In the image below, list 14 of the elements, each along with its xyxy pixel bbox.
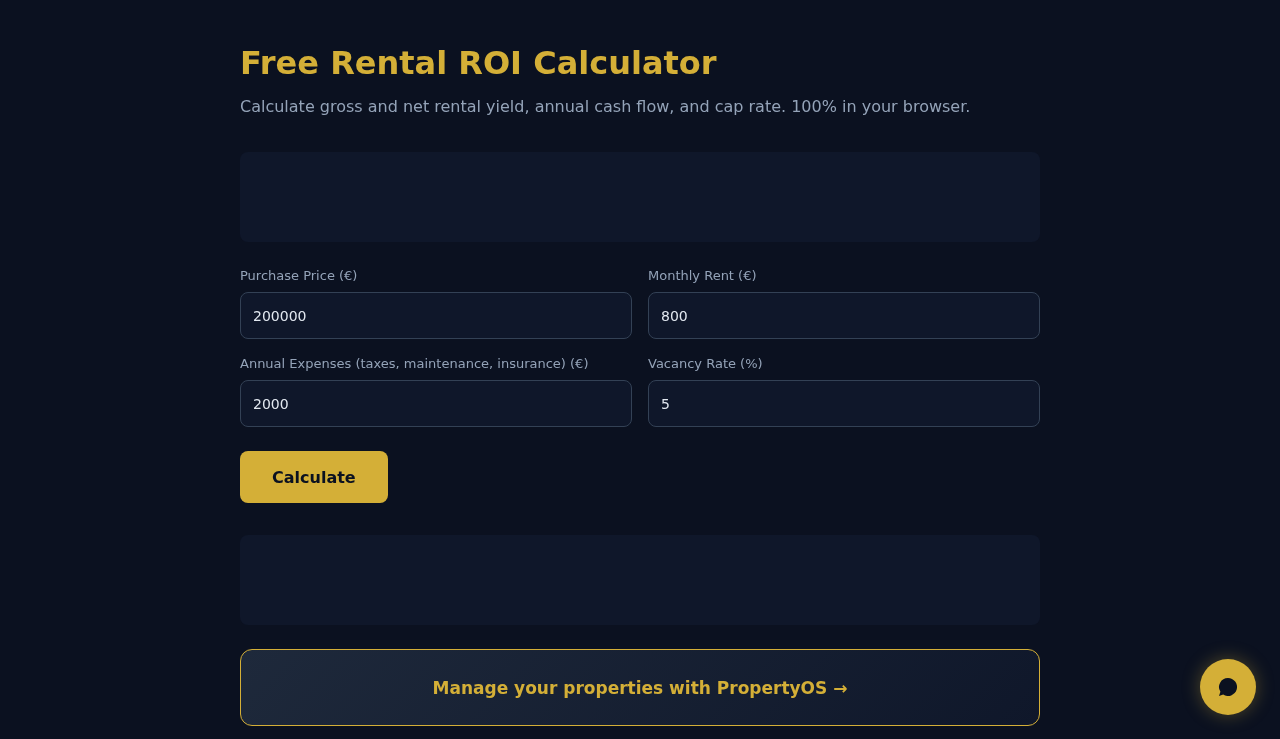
input-field[interactable]: 800 bbox=[648, 292, 1040, 339]
field-label: Vacancy Rate (%) bbox=[648, 356, 763, 372]
chat-button[interactable] bbox=[1200, 659, 1256, 715]
field-label: Monthly Rent (€) bbox=[648, 268, 757, 284]
promo-link[interactable]: Manage your properties with PropertyOS → bbox=[240, 649, 1040, 726]
calculate-button[interactable]: Calculate bbox=[240, 451, 388, 503]
page-subtitle: Calculate gross and net rental yield, annual cash flow, and cap rate. 100% in your browser. bbox=[240, 96, 971, 118]
input-field[interactable]: 5 bbox=[648, 380, 1040, 427]
page-title: Free Rental ROI Calculator bbox=[240, 44, 717, 82]
input-field[interactable]: 200000 bbox=[240, 292, 632, 339]
field-label: Purchase Price (€) bbox=[240, 268, 358, 284]
speech-bubble-icon bbox=[1218, 677, 1238, 697]
input-field[interactable]: 2000 bbox=[240, 380, 632, 427]
field-label: Annual Expenses (taxes, maintenance, insurance) (€) bbox=[240, 356, 589, 372]
